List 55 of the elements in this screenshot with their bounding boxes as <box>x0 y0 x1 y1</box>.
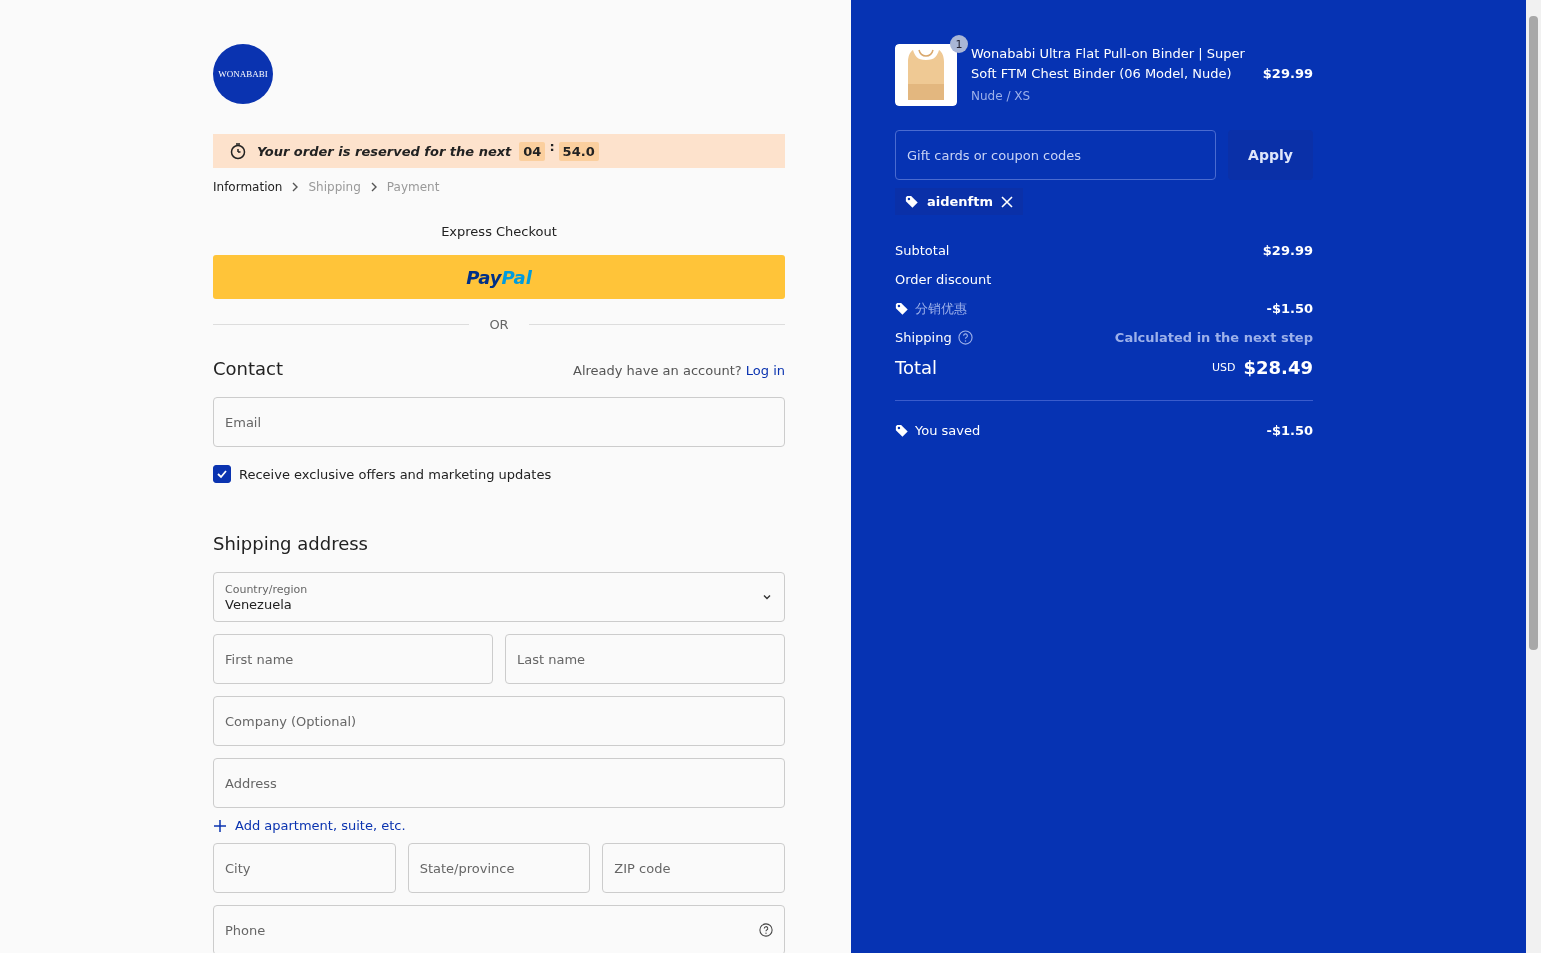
checkbox-label: Receive exclusive offers and marketing updates <box>239 466 552 482</box>
tag-icon <box>895 301 909 316</box>
countdown-minutes: 04 <box>519 141 546 161</box>
saved-value: -$1.50 <box>1266 423 1313 438</box>
apply-button[interactable]: Apply <box>1228 130 1313 180</box>
timer-icon <box>229 142 247 160</box>
store-logo[interactable]: WONABABI <box>213 44 273 104</box>
close-icon[interactable] <box>1001 195 1014 208</box>
summary-label: Order discount <box>895 272 992 287</box>
quantity-badge: 1 <box>950 35 968 53</box>
summary-label: Subtotal <box>895 243 950 258</box>
product-variant: Nude / XS <box>971 88 1032 105</box>
help-icon[interactable] <box>759 923 773 937</box>
discount-label: 分销优惠 <box>915 299 967 318</box>
summary-label: Shipping <box>895 330 952 345</box>
section-heading: Shipping address <box>213 533 369 554</box>
check-icon <box>216 468 228 480</box>
account-prompt: Already have an account? Log in <box>573 363 785 378</box>
countdown-seconds: 54.0 <box>558 141 599 161</box>
plus-icon <box>213 818 227 833</box>
currency-code: USD <box>1212 361 1236 374</box>
text-field[interactable]: ZIP code <box>602 843 785 893</box>
paypal-button[interactable]: PayPal <box>213 255 785 299</box>
reservation-text: Your order is reserved for the next <box>257 143 512 159</box>
product-title: Wonababi Ultra Flat Pull-on Binder | Super Soft FTM Chest Binder (06 Model, Nude) <box>971 45 1246 83</box>
text-field[interactable]: Last name <box>505 634 785 684</box>
email-field[interactable]: Email <box>213 397 785 447</box>
saved-label: You saved <box>915 423 981 438</box>
product-price: $29.99 <box>1262 66 1313 81</box>
add-apartment-link[interactable]: Add apartment, suite, etc. <box>235 818 406 833</box>
discount-value: -$1.50 <box>1266 301 1313 316</box>
text-field[interactable]: State/province <box>407 843 591 893</box>
help-icon[interactable] <box>957 330 973 345</box>
section-heading: Contact <box>213 358 284 379</box>
tag-icon <box>895 423 909 438</box>
summary-value: $29.99 <box>1262 243 1313 258</box>
scrollbar[interactable] <box>1526 0 1541 953</box>
text-field[interactable]: First name <box>213 634 493 684</box>
breadcrumb-step[interactable]: Information <box>213 180 283 194</box>
express-checkout-title: Express Checkout <box>441 224 557 239</box>
checkbox[interactable] <box>213 465 231 483</box>
tag-icon <box>905 194 919 209</box>
country-select[interactable]: Country/region Venezuela <box>213 572 785 622</box>
text-field[interactable]: Phone <box>213 905 785 953</box>
total-label: Total <box>895 357 938 378</box>
text-field[interactable]: City <box>213 843 396 893</box>
text-field[interactable]: Address <box>213 758 785 808</box>
coupon-field[interactable]: Gift cards or coupon codes <box>895 130 1216 180</box>
countdown-separator: : <box>549 138 555 154</box>
text-field[interactable]: Company (Optional) <box>213 696 785 746</box>
login-link[interactable]: Log in <box>745 363 785 378</box>
or-divider-text: OR <box>489 317 509 332</box>
shipping-note: Calculated in the next step <box>1114 330 1313 345</box>
coupon-code: aidenftm <box>927 194 994 209</box>
total-value: $28.49 <box>1243 357 1313 378</box>
